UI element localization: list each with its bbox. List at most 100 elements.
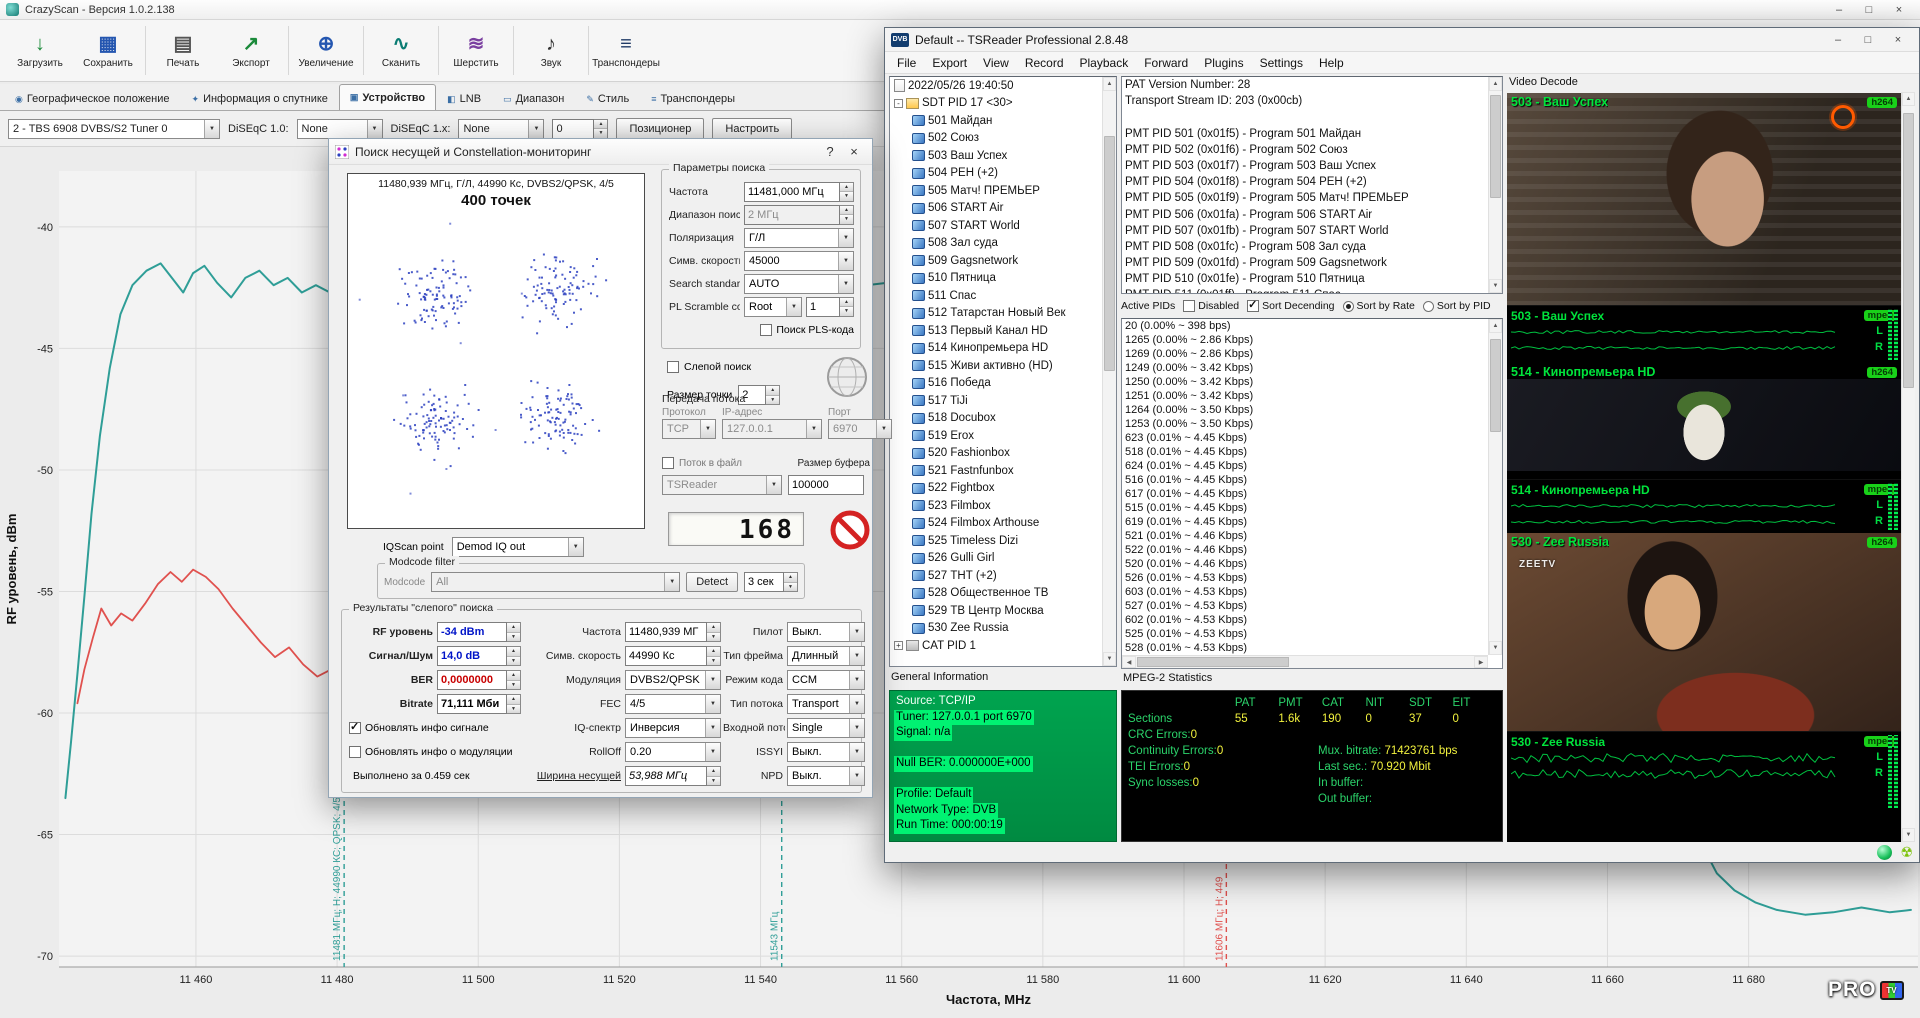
pid-row[interactable]: 624 (0.01% ~ 4.45 Kbps): [1122, 459, 1488, 473]
result-value-bitrate[interactable]: 71,111 Мби▲▼: [437, 694, 521, 714]
pid-row[interactable]: 1264 (0.00% ~ 3.50 Kbps): [1122, 403, 1488, 417]
toolbar-zoom-button[interactable]: ⊕Увеличение: [292, 23, 360, 79]
tree-item[interactable]: 506 START Air: [890, 200, 1102, 218]
обновлять-инфо-сигнале-checkbox[interactable]: [349, 722, 361, 734]
stream-col-value[interactable]: 127.0.0.1▼: [722, 419, 822, 439]
tab-lnb[interactable]: ◧LNB: [436, 87, 492, 110]
param-select[interactable]: 45000▼: [744, 251, 854, 271]
tree-item[interactable]: 510 Пятница: [890, 270, 1102, 288]
result-value-сигнал-шум[interactable]: 14,0 dB▲▼: [437, 646, 521, 666]
toolbar-export-button[interactable]: ↗Экспорт: [217, 23, 285, 79]
param-stepper[interactable]: 2 МГц▲▼: [744, 205, 854, 225]
param-select[interactable]: AUTO▼: [744, 274, 854, 294]
result-value-ber[interactable]: 0,0000000▲▼: [437, 670, 521, 690]
check-icon[interactable]: [1183, 300, 1195, 312]
tab-информация-о-спутнике[interactable]: ✦Информация о спутнике: [181, 87, 339, 110]
maximize-button[interactable]: □: [1853, 31, 1883, 49]
tree-item[interactable]: 519 Erox: [890, 427, 1102, 445]
pid-row[interactable]: 1269 (0.00% ~ 2.86 Kbps): [1122, 347, 1488, 361]
tab-диапазон[interactable]: ▭Диапазон: [492, 87, 575, 110]
pid-row[interactable]: 521 (0.01% ~ 4.46 Kbps): [1122, 529, 1488, 543]
positioner-button[interactable]: Позиционер: [616, 118, 704, 140]
menu-file[interactable]: File: [889, 54, 924, 72]
tree-item[interactable]: 503 Ваш Успех: [890, 147, 1102, 165]
tree-item[interactable]: 523 Filmbox: [890, 497, 1102, 515]
stream-col-value[interactable]: 6970▼: [828, 419, 892, 439]
tree-item[interactable]: 513 Первый Канал HD: [890, 322, 1102, 340]
pid-row[interactable]: 1253 (0.00% ~ 3.50 Kbps): [1122, 417, 1488, 431]
pid-sort-disabled[interactable]: Disabled: [1183, 300, 1239, 312]
tree-item[interactable]: 522 Fightbox: [890, 480, 1102, 498]
tree-item[interactable]: 505 Матч! ПРЕМЬЕР: [890, 182, 1102, 200]
spinner-arrows-icon[interactable]: ▲▼: [707, 646, 721, 666]
video-thumbnail[interactable]: 503 - Ваш Успехh264: [1507, 93, 1901, 305]
dialog-titlebar[interactable]: Поиск несущей и Constellation-мониторинг…: [329, 139, 872, 165]
pid-sort-sort-by-pid[interactable]: Sort by PID: [1423, 300, 1491, 312]
spinner-arrows-icon[interactable]: ▲▼: [594, 119, 608, 139]
pid-row[interactable]: 617 (0.01% ~ 4.45 Kbps): [1122, 487, 1488, 501]
tree-item[interactable]: 527 ТНТ (+2): [890, 567, 1102, 585]
toolbar-transponders-button[interactable]: ≡Транспондеры: [592, 23, 660, 79]
tab-транспондеры[interactable]: ≡Транспондеры: [640, 87, 746, 110]
tree-item[interactable]: 524 Filmbox Arthouse: [890, 515, 1102, 533]
result-select-входной-поток[interactable]: Single▼: [787, 718, 865, 738]
tree-item[interactable]: 501 Майдан: [890, 112, 1102, 130]
video-thumbnail[interactable]: 530 - Zee Russiah264ZEETV: [1507, 533, 1901, 731]
tree-item[interactable]: 515 Живи активно (HD): [890, 357, 1102, 375]
tab-стиль[interactable]: ✎Стиль: [575, 87, 640, 110]
pid-row[interactable]: 623 (0.01% ~ 4.45 Kbps): [1122, 431, 1488, 445]
tree-item[interactable]: 525 Timeless Dizi: [890, 532, 1102, 550]
tree-item[interactable]: +CAT PID 1: [890, 637, 1102, 655]
spinner-arrows-icon[interactable]: ▲▼: [707, 766, 721, 786]
pid-row[interactable]: 1265 (0.00% ~ 2.86 Kbps): [1122, 333, 1488, 347]
spinner-arrows-icon[interactable]: ▲▼: [840, 205, 854, 225]
spinner-arrows-icon[interactable]: ▲▼: [840, 297, 854, 317]
result-select-npd[interactable]: Выкл.▼: [787, 766, 865, 786]
check-icon[interactable]: [1247, 300, 1259, 312]
spinner-arrows-icon[interactable]: ▲▼: [507, 646, 521, 666]
result-select-issyi[interactable]: Выкл.▼: [787, 742, 865, 762]
spinner-arrows-icon[interactable]: ▲▼: [507, 670, 521, 690]
pid-row[interactable]: 526 (0.01% ~ 4.53 Kbps): [1122, 571, 1488, 585]
pid-row[interactable]: 1250 (0.00% ~ 3.42 Kbps): [1122, 375, 1488, 389]
result-select-rolloff[interactable]: 0.20▼: [625, 742, 721, 762]
minimize-button[interactable]: –: [1824, 1, 1854, 19]
spinner-arrows-icon[interactable]: ▲▼: [507, 622, 521, 642]
tuner-select[interactable]: 2 - TBS 6908 DVBS/S2 Tuner 0▼: [8, 119, 220, 139]
pid-row[interactable]: 1249 (0.00% ~ 3.42 Kbps): [1122, 361, 1488, 375]
tree-item[interactable]: 509 Gagsnetwork: [890, 252, 1102, 270]
pid-row[interactable]: 20 (0.00% ~ 398 bps): [1122, 319, 1488, 333]
spinner-arrows-icon[interactable]: ▲▼: [507, 694, 521, 714]
result-select-режим-кода[interactable]: CCM▼: [787, 670, 865, 690]
pid-row[interactable]: 520 (0.01% ~ 4.46 Kbps): [1122, 557, 1488, 571]
tree-item[interactable]: 521 Fastnfunbox: [890, 462, 1102, 480]
result-value-ширина-несущей[interactable]: 53,988 МГц▲▼: [625, 766, 721, 786]
pid-row[interactable]: 515 (0.01% ~ 4.45 Kbps): [1122, 501, 1488, 515]
tree-item[interactable]: 516 Победа: [890, 375, 1102, 393]
tree-item[interactable]: 517 TiJi: [890, 392, 1102, 410]
result-value-симв-скорость[interactable]: 44990 Кс▲▼: [625, 646, 721, 666]
tsreader-titlebar[interactable]: DVB Default -- TSReader Professional 2.8…: [885, 28, 1919, 52]
menu-record[interactable]: Record: [1017, 54, 1072, 72]
configure-button[interactable]: Настроить: [712, 118, 792, 140]
buffer-size-field[interactable]: 100000: [788, 475, 864, 495]
result-select-тип-потока[interactable]: Transport▼: [787, 694, 865, 714]
tree-item[interactable]: 514 Кинопремьера HD: [890, 340, 1102, 358]
iqscan-select[interactable]: Demod IQ out▼: [452, 537, 584, 557]
pid-list-scrollbar[interactable]: ▲▼: [1488, 319, 1502, 655]
radio-icon[interactable]: [1423, 301, 1434, 312]
toolbar-scan-button[interactable]: ∿Сканить: [367, 23, 435, 79]
minimize-button[interactable]: –: [1823, 31, 1853, 49]
stream-col-value[interactable]: TCP▼: [662, 419, 716, 439]
radio-icon[interactable]: [1343, 301, 1354, 312]
param-stepper[interactable]: 1▲▼: [806, 297, 854, 317]
close-button[interactable]: ×: [1883, 31, 1913, 49]
pid-row[interactable]: 602 (0.01% ~ 4.53 Kbps): [1122, 613, 1488, 627]
tree-scrollbar[interactable]: ▲▼: [1102, 77, 1116, 666]
tree-item[interactable]: 508 Зал суда: [890, 235, 1102, 253]
pat-scrollbar[interactable]: ▲▼: [1488, 77, 1502, 293]
tree-item[interactable]: 507 START World: [890, 217, 1102, 235]
help-button[interactable]: ?: [818, 142, 842, 162]
detect-button[interactable]: Detect: [686, 572, 738, 592]
video-thumbnail[interactable]: 514 - Кинопремьера HDh264: [1507, 363, 1901, 479]
